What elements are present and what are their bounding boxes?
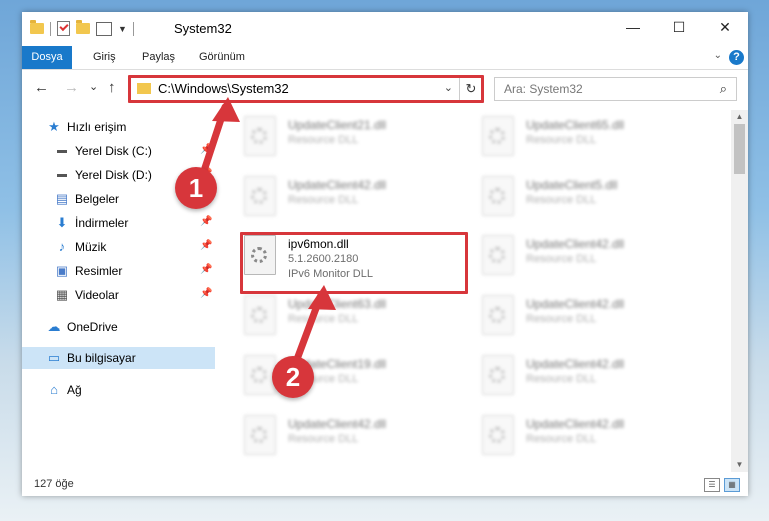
annotation-arrows (196, 97, 336, 374)
arrow-1-head (212, 97, 240, 122)
arrow-2-head (308, 285, 336, 310)
step-1-badge: 1 (175, 167, 217, 209)
step-2-badge: 2 (272, 356, 314, 398)
